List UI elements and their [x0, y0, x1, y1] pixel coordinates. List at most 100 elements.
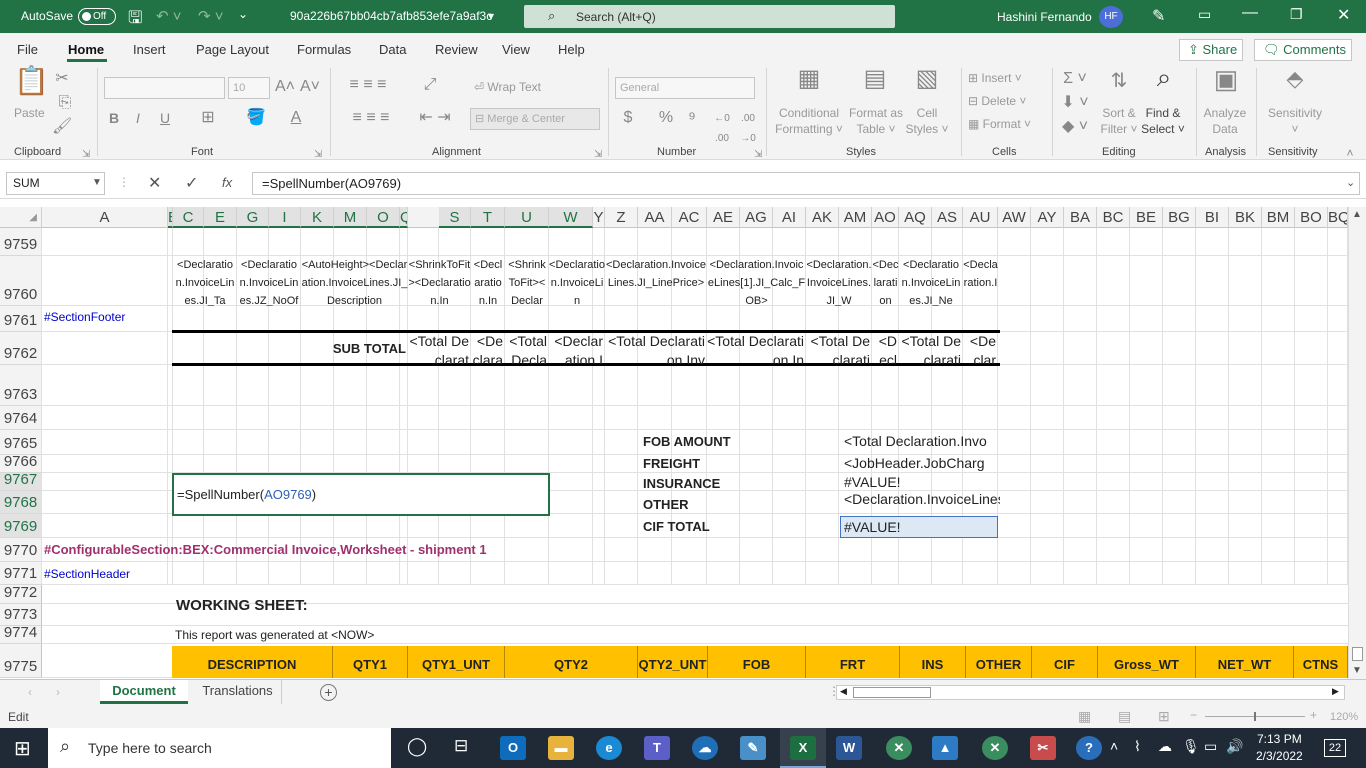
table-header-gross-wt[interactable]: Gross_WT [1098, 646, 1196, 678]
cell-styles-icon[interactable]: ▧ [912, 67, 942, 91]
task-view-icon[interactable]: ⊟ [454, 736, 468, 756]
conditional-formatting-button[interactable]: Conditional Formatting ˅ [774, 105, 844, 137]
fob-amount-value[interactable]: <Total Declaration.Invo [844, 433, 1000, 453]
number-launcher-icon[interactable]: ⇲ [754, 145, 762, 165]
column-header-t[interactable]: T [471, 207, 505, 228]
column-header-bg[interactable]: BG [1163, 207, 1196, 228]
clock-time[interactable]: 7:13 PM [1257, 732, 1302, 746]
tab-translations[interactable]: Translations [194, 680, 282, 704]
invoice-line-field[interactable]: <Declaration [872, 256, 899, 306]
app-icon[interactable]: ✎ [740, 736, 766, 760]
scroll-up-icon[interactable]: ▲ [1352, 209, 1362, 220]
sort-filter-icon[interactable]: ⇅ [1104, 71, 1134, 91]
font-launcher-icon[interactable]: ⇲ [314, 145, 322, 165]
avatar[interactable]: HF [1099, 6, 1123, 28]
invoice-line-field[interactable]: <Declaration.In [471, 256, 505, 306]
configurable-section-cell[interactable]: #ConfigurableSection:BEX:Commercial Invo… [44, 542, 644, 560]
vertical-align-icons[interactable]: ≡ ≡ ≡ [338, 75, 398, 95]
column-header-as[interactable]: AS [932, 207, 963, 228]
row-header-9762[interactable]: 9762 [0, 332, 42, 365]
horizontal-scrollbar[interactable]: ◀ ▶ [836, 685, 1345, 700]
table-header-other[interactable]: OTHER [966, 646, 1032, 678]
restore-icon[interactable]: ❐ [1290, 6, 1303, 23]
increase-font-icon[interactable]: A˄ [275, 77, 295, 97]
row-header-9759[interactable]: 9759 [0, 228, 42, 256]
tab-home[interactable]: Home [68, 42, 104, 57]
minimize-icon[interactable]: — [1242, 4, 1258, 22]
column-header-ba[interactable]: BA [1064, 207, 1097, 228]
format-cells-button[interactable]: ▦ Format ˅ [968, 116, 1031, 132]
row-header-9770[interactable]: 9770 [0, 538, 42, 562]
mic-icon[interactable]: 🎙 [1182, 738, 1200, 755]
subtotal-field[interactable]: <Total Declarati [899, 332, 961, 364]
column-header-ay[interactable]: AY [1031, 207, 1064, 228]
pen-icon[interactable]: ✎ [1152, 6, 1165, 26]
column-header-q[interactable]: Q [400, 207, 408, 228]
clock-date[interactable]: 2/3/2022 [1256, 749, 1303, 763]
find-select-button[interactable]: Find & Select ˅ [1140, 105, 1186, 137]
fill-color-icon[interactable]: 🪣 [244, 108, 268, 128]
table-header-ctns[interactable]: CTNS [1294, 646, 1348, 678]
tab-data[interactable]: Data [379, 42, 406, 57]
section-header-cell[interactable]: #SectionHeader [44, 567, 168, 585]
invoice-line-field[interactable]: <ShrinkToFit><Declaration.In [408, 256, 471, 306]
column-header-ae[interactable]: AE [707, 207, 740, 228]
column-header-aa[interactable]: AA [638, 207, 672, 228]
analyze-data-icon[interactable]: ▣ [1210, 66, 1242, 92]
format-painter-icon[interactable]: 🖌 [52, 117, 72, 137]
tab-file[interactable]: File [17, 42, 38, 57]
fob-amount-label[interactable]: FOB AMOUNT [643, 434, 833, 452]
column-header-c[interactable]: C [173, 207, 204, 228]
column-header-o[interactable]: O [367, 207, 400, 228]
table-header-qty2-unt[interactable]: QTY2_UNT [638, 646, 708, 678]
column-header-i[interactable]: I [269, 207, 301, 228]
page-break-view-icon[interactable]: ⊞ [1158, 708, 1170, 725]
invoice-line-field[interactable]: <Declaration.InvoiceLines[1].JI_Calc_FOB… [707, 256, 806, 306]
next-sheet-icon[interactable]: › [56, 685, 60, 699]
wrap-text-button[interactable]: ⏎ Wrap Text [474, 79, 541, 95]
select-all-button[interactable]: ◢ [0, 207, 42, 228]
row-header-9768[interactable]: 9768 [0, 491, 42, 514]
edge-icon[interactable]: e [596, 736, 622, 760]
freight-value[interactable]: <JobHeader.JobCharg [844, 455, 1000, 475]
column-header-m[interactable]: M [334, 207, 367, 228]
column-header-ak[interactable]: AK [806, 207, 839, 228]
expand-formula-icon[interactable]: ⌄ [1346, 176, 1355, 189]
section-footer-cell[interactable]: #SectionFooter [44, 310, 168, 330]
merge-center-button[interactable]: ⊟ Merge & Center [470, 108, 600, 130]
horizontal-align-icons[interactable]: ≡ ≡ ≡ [338, 108, 404, 128]
cloud-icon[interactable]: ☁ [1158, 738, 1172, 755]
subtotal-field[interactable]: <Total Decla [505, 332, 547, 364]
column-header-y[interactable]: Y [593, 207, 605, 228]
find-select-icon[interactable]: ⌕ [1148, 64, 1180, 90]
analyze-data-button[interactable]: Analyze Data [1200, 105, 1250, 137]
zoom-slider-thumb[interactable] [1254, 712, 1256, 721]
table-header-net-wt[interactable]: NET_WT [1196, 646, 1294, 678]
cut-icon[interactable]: ✂ [52, 69, 72, 89]
excel-taskbar-button[interactable]: X [780, 728, 826, 768]
page-layout-view-icon[interactable]: ▤ [1118, 708, 1131, 725]
subtotal-field[interactable]: <Declaration.I [549, 332, 603, 364]
column-header-bm[interactable]: BM [1262, 207, 1295, 228]
format-as-table-icon[interactable]: ▤ [860, 67, 890, 91]
close-icon[interactable]: ✕ [1337, 5, 1350, 25]
table-header-ins[interactable]: INS [900, 646, 966, 678]
column-header-aw[interactable]: AW [998, 207, 1031, 228]
tab-review[interactable]: Review [435, 42, 478, 57]
tab-insert[interactable]: Insert [133, 42, 166, 57]
redo-icon[interactable]: ↷ ˅ [198, 7, 224, 25]
notifications-icon[interactable]: 22 [1324, 739, 1346, 757]
onedrive-icon[interactable]: ☁ [692, 736, 718, 760]
sensitivity-icon[interactable]: ⬘ [1280, 68, 1310, 90]
subtotal-field[interactable]: <Declara [471, 332, 503, 364]
invoice-line-field[interactable]: <Declaration.InvoiceLin [549, 256, 605, 306]
network-icon[interactable]: ⌇ [1134, 738, 1141, 755]
invoice-line-field[interactable]: <Declaration.InvoiceLines.JI_Ne [899, 256, 963, 306]
font-color-icon[interactable]: A [284, 108, 308, 128]
column-header-k[interactable]: K [301, 207, 334, 228]
table-header-qty2[interactable]: QTY2 [505, 646, 638, 678]
currency-icon[interactable]: $ [618, 108, 638, 128]
user-name[interactable]: Hashini Fernando [997, 10, 1092, 24]
sub-total-label[interactable]: SUB TOTAL [270, 338, 406, 360]
cif-total-label[interactable]: CIF TOTAL [643, 519, 833, 537]
